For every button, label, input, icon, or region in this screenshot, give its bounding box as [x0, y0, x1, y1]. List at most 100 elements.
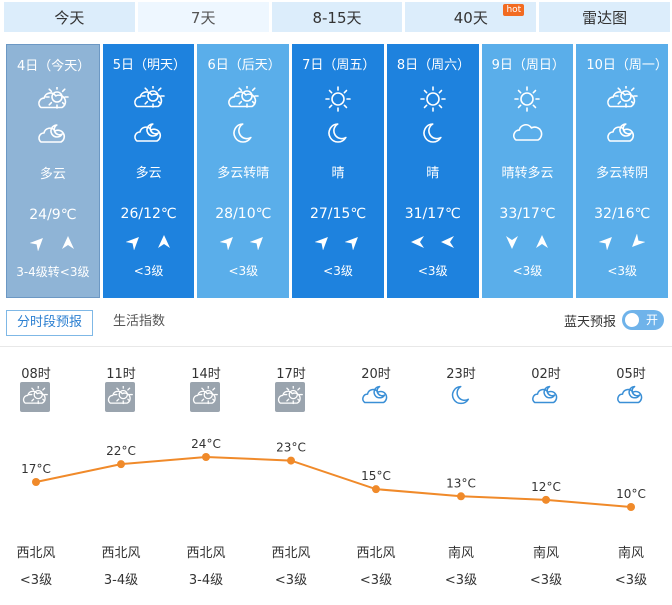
- day-wind-level: <3级: [133, 264, 164, 278]
- wind-arrow-ne-icon: [314, 234, 331, 251]
- tab-40days[interactable]: 40天 hot: [405, 2, 537, 32]
- day-date: 10日（周一）: [586, 58, 668, 73]
- tab-today[interactable]: 今天: [4, 2, 135, 32]
- day-date: 8日（周六）: [396, 58, 471, 73]
- day-weather-desc: 晴: [331, 166, 345, 181]
- tab-label: 40天: [453, 8, 488, 27]
- day-card[interactable]: 10日（周一） 多云转阴 32/16℃ <3级: [576, 44, 669, 298]
- cloudy-day-icon: [190, 382, 222, 414]
- day-card[interactable]: 8日（周六） 晴 31/17℃ <3级: [386, 44, 479, 298]
- hour-wind-direction: 西北风: [356, 546, 396, 561]
- hour-wind-level: <3级: [19, 573, 53, 588]
- wind-arrow-n-icon: [156, 234, 172, 250]
- hour-time: 23时: [446, 367, 476, 382]
- cloudy-night-icon: [530, 382, 562, 414]
- day-card[interactable]: 4日（今天） 多云 24/9℃ 3-4级转<3级: [6, 44, 100, 298]
- hourly-forecast: 17°C 22°C 24°C 23°C 15°C 13°C 12°C 10°C 08时 西北风…: [0, 350, 672, 600]
- hour-time: 17时: [276, 367, 306, 382]
- day-date: 6日（后天）: [207, 58, 281, 73]
- sub-tabs: 分时段预报 生活指数: [6, 310, 175, 336]
- tab-label: 今天: [54, 8, 85, 27]
- hour-wind-direction: 西北风: [271, 546, 311, 561]
- cloudy-night-icon: [606, 120, 638, 146]
- hour-time: 20时: [361, 367, 391, 382]
- sun-icon: [511, 86, 543, 112]
- blue-sky-toggle[interactable]: 开: [622, 310, 664, 330]
- day-weather-desc: 多云转阴: [596, 166, 649, 181]
- wind-direction: [103, 234, 195, 251]
- day-date: 9日（周日）: [491, 58, 565, 73]
- day-card[interactable]: 5日（明天） 多云 26/12℃ <3级: [102, 44, 195, 298]
- day-wind-level: 3-4级转<3级: [16, 265, 90, 279]
- tab-label: 8-15天: [312, 8, 362, 27]
- partly-cloudy-icon: [37, 85, 69, 113]
- day-weather-desc: 晴转多云: [501, 166, 554, 181]
- hour-wind-direction: 西北风: [16, 546, 56, 561]
- forecast-tabs: 今天 7天 8-15天 40天 hot 雷达图: [4, 2, 670, 34]
- wind-arrow-n-icon: [60, 235, 76, 251]
- hour-wind-level: 3-4级: [188, 573, 224, 588]
- tab-label: 7天: [190, 8, 216, 27]
- cloudy-day-icon: [105, 382, 137, 414]
- day-card[interactable]: 7日（周五） 晴 27/15℃ <3级: [292, 44, 384, 298]
- cloudy-night-icon: [133, 120, 165, 146]
- day-date: 5日（明天）: [112, 58, 186, 73]
- wind-arrow-ne-icon: [29, 235, 46, 252]
- wind-direction: [482, 234, 574, 250]
- day-temperature: 33/17℃: [499, 206, 556, 222]
- tab-radar[interactable]: 雷达图: [539, 2, 670, 32]
- hour-time: 11时: [106, 367, 136, 382]
- cloudy-day-icon: [275, 382, 307, 414]
- tab-7days[interactable]: 7天: [137, 2, 269, 32]
- day-date: 7日（周五）: [302, 58, 376, 73]
- divider: [0, 346, 672, 347]
- day-wind-level: <3级: [512, 264, 543, 278]
- sun-icon: [322, 86, 354, 112]
- blue-sky-forecast: 蓝天预报 开: [564, 310, 664, 330]
- toggle-label: 开: [645, 313, 658, 327]
- day-wind-level: <3级: [228, 264, 259, 278]
- partly-cloudy-icon: [133, 84, 165, 112]
- hour-wind-level: <3级: [359, 573, 393, 588]
- hourly-item: 08时 西北风 <3级: [6, 350, 66, 600]
- hourly-item: 20时 西北风 <3级: [346, 350, 406, 600]
- day-temperature: 27/15℃: [309, 206, 367, 222]
- hour-time: 05时: [616, 367, 646, 382]
- wind-arrow-ne-icon: [125, 234, 142, 251]
- wind-direction: [292, 234, 384, 251]
- wind-direction: [387, 234, 479, 250]
- wind-direction: [7, 235, 99, 252]
- day-weather-desc: 多云: [39, 167, 66, 182]
- day-card[interactable]: 9日（周日） 晴转多云 33/17℃ <3级: [481, 44, 574, 298]
- day-weather-desc: 多云转晴: [217, 166, 270, 181]
- day-weather-desc: 晴: [426, 166, 440, 181]
- day-temperature: 32/16℃: [594, 206, 651, 222]
- day-card[interactable]: 6日（后天） 多云转晴 28/10℃ <3级: [197, 44, 290, 298]
- wind-arrow-w-icon: [410, 234, 426, 250]
- partly-cloudy-icon: [227, 84, 260, 112]
- cloudy-night-icon: [615, 382, 647, 414]
- moon-icon: [227, 120, 259, 146]
- moon-icon: [322, 120, 354, 146]
- toggle-knob: [625, 313, 639, 327]
- day-wind-level: <3级: [607, 264, 638, 278]
- hour-wind-level: <3级: [444, 573, 478, 588]
- wind-arrow-ne-icon: [344, 234, 361, 251]
- day-temperature: 31/17℃: [404, 206, 461, 222]
- hot-badge: hot: [503, 4, 525, 16]
- cloudy-day-icon: [20, 382, 52, 414]
- tab-life-index[interactable]: 生活指数: [103, 310, 175, 336]
- tab-label: 雷达图: [582, 8, 628, 27]
- wind-arrow-s-icon: [504, 234, 520, 250]
- day-temperature: 28/10℃: [215, 206, 272, 222]
- cloudy-night-icon: [37, 121, 69, 147]
- moon-icon: [445, 382, 477, 414]
- tab-8-15days[interactable]: 8-15天: [271, 2, 403, 32]
- hour-time: 14时: [191, 367, 221, 382]
- partly-cloudy-icon: [606, 84, 638, 112]
- hour-wind-level: <3级: [529, 573, 563, 588]
- day-temperature: 26/12℃: [120, 206, 177, 222]
- wind-arrow-ne-icon: [249, 234, 266, 251]
- tab-hourly-forecast[interactable]: 分时段预报: [6, 310, 94, 336]
- wind-direction: [197, 234, 289, 251]
